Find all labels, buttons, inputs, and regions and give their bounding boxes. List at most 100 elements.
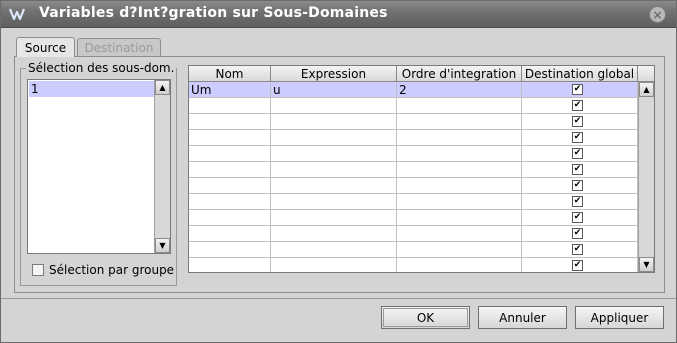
scroll-down-icon[interactable]: ▼ xyxy=(639,257,654,272)
cancel-button[interactable]: Annuler xyxy=(478,306,567,329)
table-row[interactable]: ✔ xyxy=(189,98,638,114)
close-icon[interactable]: × xyxy=(649,6,666,23)
list-item[interactable]: 1 xyxy=(29,81,155,97)
cell-destination-global[interactable]: ✔ xyxy=(522,194,638,210)
destination-global-checkbox[interactable]: ✔ xyxy=(572,244,583,255)
dialog-window: Variables d?Int?gration sur Sous-Domaine… xyxy=(0,0,677,343)
title-bar[interactable]: Variables d?Int?gration sur Sous-Domaine… xyxy=(1,1,676,28)
cell-expression[interactable] xyxy=(271,114,397,130)
table-row[interactable]: ✔ xyxy=(189,162,638,178)
cell-expression[interactable] xyxy=(271,194,397,210)
cell-ordre[interactable] xyxy=(397,114,522,130)
tab-destination[interactable]: Destination xyxy=(77,38,161,57)
cell-ordre[interactable] xyxy=(397,226,522,242)
header-expression[interactable]: Expression xyxy=(271,66,397,82)
header-nom[interactable]: Nom xyxy=(189,66,271,82)
variables-table[interactable]: Nom Expression Ordre d'integration Desti… xyxy=(188,65,655,273)
cell-nom[interactable] xyxy=(189,194,271,210)
cell-expression[interactable]: u xyxy=(271,82,397,98)
cell-destination-global[interactable]: ✔ xyxy=(522,82,638,98)
cell-destination-global[interactable]: ✔ xyxy=(522,226,638,242)
cell-ordre[interactable] xyxy=(397,146,522,162)
destination-global-checkbox[interactable]: ✔ xyxy=(572,228,583,239)
table-row[interactable]: ✔ xyxy=(189,146,638,162)
destination-global-checkbox[interactable]: ✔ xyxy=(572,260,583,271)
cell-destination-global[interactable]: ✔ xyxy=(522,210,638,226)
table-row[interactable]: ✔ xyxy=(189,194,638,210)
destination-global-checkbox[interactable]: ✔ xyxy=(572,148,583,159)
destination-global-checkbox[interactable]: ✔ xyxy=(572,84,583,95)
cell-expression[interactable] xyxy=(271,210,397,226)
destination-global-checkbox[interactable]: ✔ xyxy=(572,196,583,207)
cell-destination-global[interactable]: ✔ xyxy=(522,146,638,162)
header-destination-global[interactable]: Destination global xyxy=(522,66,638,82)
window-title: Variables d?Int?gration sur Sous-Domaine… xyxy=(39,5,388,21)
destination-global-checkbox[interactable]: ✔ xyxy=(572,164,583,175)
cell-destination-global[interactable]: ✔ xyxy=(522,242,638,258)
table-row[interactable]: ✔ xyxy=(189,258,638,272)
table-row[interactable]: ✔ xyxy=(189,114,638,130)
cell-nom[interactable] xyxy=(189,146,271,162)
cell-nom[interactable] xyxy=(189,226,271,242)
destination-global-checkbox[interactable]: ✔ xyxy=(572,132,583,143)
cell-ordre[interactable] xyxy=(397,210,522,226)
group-selection-checkbox[interactable] xyxy=(32,264,44,276)
cell-ordre[interactable] xyxy=(397,194,522,210)
cell-expression[interactable] xyxy=(271,226,397,242)
group-selection-label: Sélection par groupe xyxy=(49,263,175,277)
cell-expression[interactable] xyxy=(271,242,397,258)
cell-destination-global[interactable]: ✔ xyxy=(522,98,638,114)
cell-expression[interactable] xyxy=(271,98,397,114)
cell-nom[interactable] xyxy=(189,178,271,194)
cell-ordre[interactable] xyxy=(397,162,522,178)
list-scrollbar[interactable]: ▲ ▼ xyxy=(154,80,170,253)
table-row[interactable]: ✔ xyxy=(189,130,638,146)
cell-destination-global[interactable]: ✔ xyxy=(522,130,638,146)
subdomain-list[interactable]: 1 ▲ ▼ xyxy=(27,79,171,254)
destination-global-checkbox[interactable]: ✔ xyxy=(572,116,583,127)
table-row[interactable]: ✔ xyxy=(189,210,638,226)
cell-ordre[interactable]: 2 xyxy=(397,82,522,98)
cell-nom[interactable]: Um xyxy=(189,82,271,98)
cell-ordre[interactable] xyxy=(397,258,522,272)
cell-ordre[interactable] xyxy=(397,130,522,146)
cell-destination-global[interactable]: ✔ xyxy=(522,178,638,194)
cell-destination-global[interactable]: ✔ xyxy=(522,162,638,178)
cell-nom[interactable] xyxy=(189,258,271,272)
tab-source[interactable]: Source xyxy=(16,37,75,57)
table-row[interactable]: ✔ xyxy=(189,242,638,258)
destination-global-checkbox[interactable]: ✔ xyxy=(572,100,583,111)
cell-expression[interactable] xyxy=(271,146,397,162)
cell-ordre[interactable] xyxy=(397,178,522,194)
group-selection-row[interactable]: Sélection par groupe xyxy=(32,263,174,277)
table-row[interactable]: Um u 2 ✔ xyxy=(189,82,638,98)
ok-button[interactable]: OK xyxy=(381,306,470,329)
destination-global-checkbox[interactable]: ✔ xyxy=(572,180,583,191)
cell-destination-global[interactable]: ✔ xyxy=(522,258,638,272)
table-header: Nom Expression Ordre d'integration Desti… xyxy=(189,66,654,82)
cell-expression[interactable] xyxy=(271,130,397,146)
cell-ordre[interactable] xyxy=(397,98,522,114)
cell-nom[interactable] xyxy=(189,242,271,258)
table-scrollbar[interactable]: ▲ ▼ xyxy=(638,82,654,272)
button-separator xyxy=(1,298,676,299)
table-row[interactable]: ✔ xyxy=(189,226,638,242)
cell-nom[interactable] xyxy=(189,130,271,146)
cell-expression[interactable] xyxy=(271,258,397,272)
cell-expression[interactable] xyxy=(271,162,397,178)
cell-nom[interactable] xyxy=(189,98,271,114)
cell-expression[interactable] xyxy=(271,178,397,194)
scroll-up-icon[interactable]: ▲ xyxy=(155,80,170,95)
table-row[interactable]: ✔ xyxy=(189,178,638,194)
cell-destination-global[interactable]: ✔ xyxy=(522,114,638,130)
destination-global-checkbox[interactable]: ✔ xyxy=(572,212,583,223)
subdomain-group-title: Sélection des sous-dom. xyxy=(26,61,177,75)
apply-button[interactable]: Appliquer xyxy=(575,306,664,329)
cell-nom[interactable] xyxy=(189,114,271,130)
header-ordre[interactable]: Ordre d'integration xyxy=(397,66,522,82)
scroll-down-icon[interactable]: ▼ xyxy=(155,238,170,253)
cell-ordre[interactable] xyxy=(397,242,522,258)
cell-nom[interactable] xyxy=(189,210,271,226)
cell-nom[interactable] xyxy=(189,162,271,178)
scroll-up-icon[interactable]: ▲ xyxy=(639,82,654,97)
